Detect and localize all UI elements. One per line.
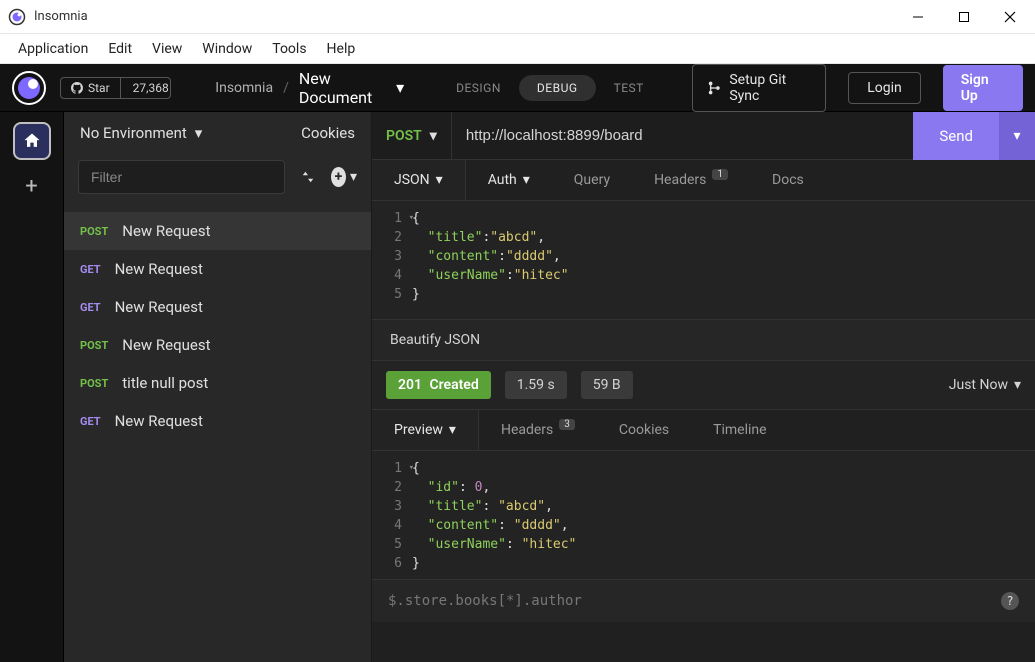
chevron-down-icon: ▾ bbox=[396, 78, 404, 97]
breadcrumb-separator: / bbox=[283, 80, 289, 96]
headers-count-badge: 1 bbox=[712, 169, 728, 180]
github-star-count: 27,368 bbox=[121, 78, 172, 98]
menu-application[interactable]: Application bbox=[8, 37, 98, 61]
window-close-button[interactable] bbox=[987, 0, 1033, 34]
chevron-down-icon: ▾ bbox=[430, 128, 437, 144]
request-item[interactable]: GET New Request bbox=[64, 402, 371, 440]
send-dropdown-button[interactable]: ▾ bbox=[999, 112, 1035, 160]
chevron-down-icon: ▾ bbox=[195, 124, 203, 142]
sidebar: No Environment ▾ Cookies +▾ POST New Requ… bbox=[64, 112, 372, 662]
tab-timeline[interactable]: Timeline bbox=[691, 410, 788, 450]
send-button[interactable]: Send bbox=[913, 112, 999, 160]
request-item-label: New Request bbox=[122, 222, 210, 240]
response-history-dropdown[interactable]: Just Now ▾ bbox=[949, 377, 1021, 393]
setup-git-sync-button[interactable]: Setup Git Sync bbox=[692, 64, 826, 112]
menu-edit[interactable]: Edit bbox=[98, 37, 142, 61]
home-button[interactable] bbox=[13, 122, 51, 160]
request-item[interactable]: POST New Request bbox=[64, 212, 371, 250]
help-icon[interactable]: ? bbox=[1001, 592, 1019, 610]
menu-window[interactable]: Window bbox=[192, 37, 262, 61]
request-item-label: New Request bbox=[115, 412, 203, 430]
request-list: POST New Request GET New Request GET New Requ… bbox=[64, 212, 371, 440]
tab-preview[interactable]: Preview ▾ bbox=[372, 410, 479, 450]
request-item[interactable]: GET New Request bbox=[64, 250, 371, 288]
tab-response-headers[interactable]: Headers 3 bbox=[479, 410, 597, 450]
tab-headers[interactable]: Headers 1 bbox=[632, 160, 750, 200]
chevron-down-icon: ▾ bbox=[523, 172, 530, 188]
tab-query[interactable]: Query bbox=[552, 160, 632, 200]
request-body-editor[interactable]: 12345 { "title":"abcd", "content":"dddd"… bbox=[372, 201, 1035, 319]
beautify-json-button[interactable]: Beautify JSON bbox=[372, 319, 1035, 361]
tab-auth[interactable]: Auth ▾ bbox=[466, 160, 552, 200]
cookies-button[interactable]: Cookies bbox=[301, 124, 355, 142]
request-item-label: New Request bbox=[115, 260, 203, 278]
response-headers-count-badge: 3 bbox=[559, 419, 575, 430]
tab-docs[interactable]: Docs bbox=[750, 160, 826, 200]
filter-input[interactable] bbox=[78, 160, 285, 194]
login-button[interactable]: Login bbox=[848, 72, 921, 104]
menu-tools[interactable]: Tools bbox=[262, 37, 316, 61]
method-badge: GET bbox=[80, 415, 101, 428]
response-size: 59 B bbox=[581, 371, 633, 399]
nav-rail: + bbox=[0, 112, 64, 662]
method-badge: GET bbox=[80, 263, 101, 276]
request-item-label: New Request bbox=[115, 298, 203, 316]
window-minimize-button[interactable] bbox=[895, 0, 941, 34]
sort-requests-button[interactable] bbox=[295, 164, 321, 190]
chevron-down-icon: ▾ bbox=[350, 169, 357, 185]
tab-debug[interactable]: DEBUG bbox=[519, 75, 596, 101]
status-badge: 201 Created bbox=[386, 371, 491, 399]
tab-body[interactable]: JSON ▾ bbox=[372, 160, 466, 200]
response-status-bar: 201 Created 1.59 s 59 B Just Now ▾ bbox=[372, 361, 1035, 410]
request-response-pane: POST ▾ Send ▾ JSON ▾ Auth ▾ Query Header… bbox=[372, 112, 1035, 662]
window-title: Insomnia bbox=[34, 9, 88, 24]
new-request-button[interactable]: +▾ bbox=[331, 164, 357, 190]
tab-response-cookies[interactable]: Cookies bbox=[597, 410, 691, 450]
request-item[interactable]: POST title null post bbox=[64, 364, 371, 402]
signup-button[interactable]: Sign Up bbox=[943, 65, 1023, 111]
url-input[interactable] bbox=[452, 127, 914, 144]
http-method-picker[interactable]: POST ▾ bbox=[372, 112, 452, 159]
menubar: ApplicationEditViewWindowToolsHelp bbox=[0, 34, 1035, 64]
request-item[interactable]: GET New Request bbox=[64, 288, 371, 326]
response-time: 1.59 s bbox=[505, 371, 567, 399]
menu-help[interactable]: Help bbox=[317, 37, 366, 61]
method-badge: GET bbox=[80, 301, 101, 314]
app-header: Star 27,368 Insomnia / New Document ▾ DE… bbox=[0, 64, 1035, 112]
environment-picker[interactable]: No Environment ▾ bbox=[80, 124, 202, 142]
tab-design[interactable]: DESIGN bbox=[438, 75, 519, 101]
request-item[interactable]: POST New Request bbox=[64, 326, 371, 364]
github-star-label: Star bbox=[88, 81, 110, 95]
jsonpath-input[interactable]: $.store.books[*].author bbox=[388, 593, 582, 609]
breadcrumb-root[interactable]: Insomnia bbox=[215, 80, 273, 96]
chevron-down-icon: ▾ bbox=[1014, 377, 1021, 393]
chevron-down-icon: ▾ bbox=[436, 172, 443, 188]
request-item-label: New Request bbox=[122, 336, 210, 354]
tab-test[interactable]: TEST bbox=[596, 75, 662, 101]
add-project-button[interactable]: + bbox=[25, 174, 37, 199]
chevron-down-icon: ▾ bbox=[449, 422, 456, 438]
request-item-label: title null post bbox=[122, 374, 208, 392]
window-titlebar: Insomnia bbox=[0, 0, 1035, 34]
method-badge: POST bbox=[80, 377, 108, 390]
window-maximize-button[interactable] bbox=[941, 0, 987, 34]
logo-icon[interactable] bbox=[12, 71, 46, 105]
menu-view[interactable]: View bbox=[142, 37, 192, 61]
method-badge: POST bbox=[80, 339, 108, 352]
breadcrumb-document[interactable]: New Document ▾ bbox=[299, 69, 404, 107]
app-icon bbox=[8, 8, 26, 26]
github-star-button[interactable]: Star 27,368 bbox=[60, 77, 171, 99]
response-body-viewer[interactable]: 123456 { "id": 0, "title": "abcd", "cont… bbox=[372, 451, 1035, 579]
method-badge: POST bbox=[80, 225, 108, 238]
